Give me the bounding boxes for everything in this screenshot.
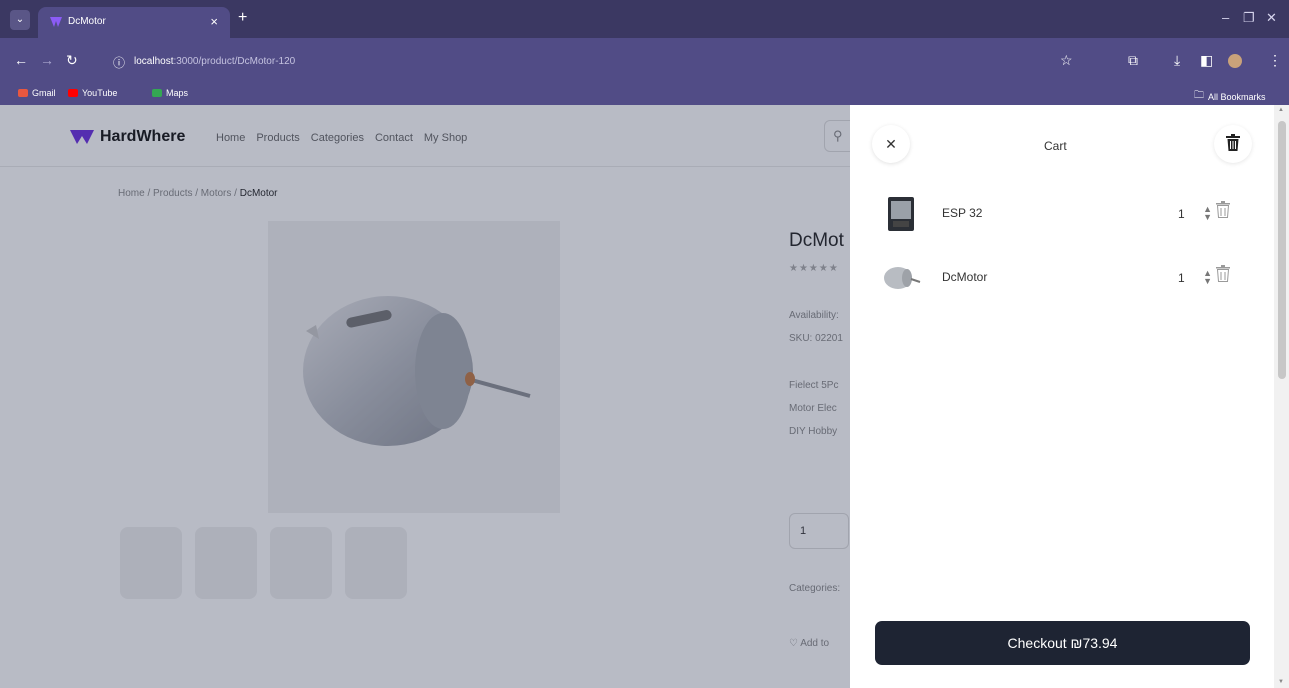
minimize-icon[interactable]: – [1222,10,1229,25]
modal-backdrop[interactable] [0,105,850,688]
restore-icon[interactable]: ❐ [1243,10,1255,26]
page-scrollbar[interactable]: ▲ ▼ [1274,105,1289,688]
clear-cart-button[interactable] [1214,125,1252,163]
cart-qty-value: 1 [1178,207,1185,221]
cart-item-quantity-input[interactable]: 1 ▲ ▼ [1170,263,1218,293]
bookmark-label: All Bookmarks [1208,91,1266,102]
site-info-icon[interactable]: ⓘ [113,54,125,71]
side-panel-icon[interactable]: ◧ [1200,52,1213,69]
new-tab-button[interactable]: + [238,9,247,27]
remove-item-button[interactable] [1216,201,1230,223]
cart-item: DcMotor 1 ▲ ▼ [850,249,1274,309]
cart-item-name: ESP 32 [942,206,983,220]
tab-close-icon[interactable]: × [210,14,218,29]
bookmark-maps[interactable]: Maps [152,88,188,98]
site-favicon-icon [50,17,62,27]
bookmark-gmail[interactable]: Gmail [18,88,56,98]
reload-icon[interactable]: ↻ [66,52,78,69]
cart-item-image [880,257,922,299]
forward-icon[interactable]: → [40,52,54,68]
cart-drawer: ✕ Cart ESP 32 1▲▼ DcMotor 1▲▼ Checko [850,105,1274,688]
maps-icon [152,89,162,97]
tab-title: DcMotor [68,16,106,27]
address-bar[interactable]: ⓘ localhost:3000/product/DcMotor-120 [108,52,1088,74]
remove-item-button[interactable] [1216,265,1230,287]
gmail-icon [18,89,28,97]
back-icon[interactable]: ← [14,52,28,68]
cart-item-image [880,193,922,235]
scroll-down-icon[interactable]: ▼ [1278,679,1284,685]
folder-icon: 🗀 [1194,90,1204,101]
url-text: localhost:3000/product/DcMotor-120 [134,56,295,67]
browser-tab[interactable]: DcMotor × [38,7,230,38]
scrollbar-thumb[interactable] [1278,121,1286,379]
bookmark-label: YouTube [82,88,118,98]
close-cart-button[interactable]: ✕ [872,125,910,163]
cart-item-quantity-input[interactable]: 1 ▲ ▼ [1170,199,1218,229]
url-host: localhost [134,56,174,67]
window-close-icon[interactable]: ✕ [1266,10,1277,26]
cart-title: Cart [1044,139,1067,153]
bookmark-label: Gmail [32,88,56,98]
cart-qty-value: 1 [1178,271,1185,285]
spinner-icon[interactable]: ▲ ▼ [1203,269,1212,286]
tab-search-button[interactable]: ⌄ [10,10,30,30]
cart-item: ESP 32 1 ▲ ▼ [850,185,1274,245]
esp32-board-image [888,197,914,231]
scroll-up-icon[interactable]: ▲ [1278,107,1284,113]
page: HardWhere Home Products Categories Conta… [0,105,1289,688]
trash-icon [1216,201,1230,218]
tab-strip: ⌄ DcMotor × + – ❐ ✕ [0,0,1289,38]
profile-avatar[interactable] [1228,54,1242,68]
trash-icon [1226,134,1240,151]
bookmark-youtube[interactable]: YouTube [68,88,117,98]
youtube-icon [68,89,78,97]
bookmarks-bar: Gmail YouTube Maps 🗀 All Bookmarks [0,83,1289,105]
all-bookmarks[interactable]: 🗀 All Bookmarks [1194,88,1266,105]
trash-icon [1216,265,1230,282]
cart-item-name: DcMotor [942,270,988,284]
browser-menu-icon[interactable]: ⋮ [1268,52,1282,69]
dc-motor-thumb-image [884,267,921,289]
extensions-icon[interactable]: ⧉ [1128,52,1138,69]
bookmark-label: Maps [166,88,189,98]
spinner-icon[interactable]: ▲ ▼ [1203,205,1212,222]
bookmark-star-icon[interactable]: ☆ [1060,52,1073,69]
download-icon[interactable]: ⤓ [1174,52,1180,69]
checkout-button[interactable]: Checkout ₪73.94 [875,621,1250,665]
url-path: :3000/product/DcMotor-120 [173,56,296,67]
